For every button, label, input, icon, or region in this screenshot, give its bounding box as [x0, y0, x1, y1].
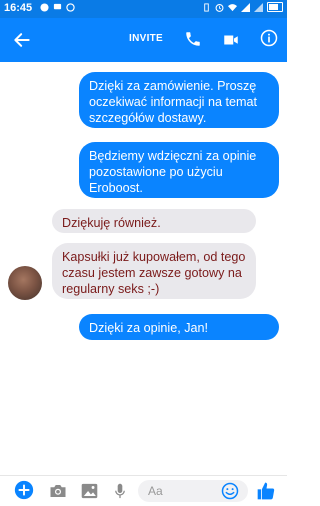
alarm-icon [215, 3, 224, 12]
plus-icon[interactable] [14, 480, 34, 500]
like-icon[interactable] [256, 481, 276, 501]
composer-bar [0, 475, 287, 506]
status-bar: 16:45 [0, 0, 287, 18]
status-right [202, 2, 283, 12]
chat-icon [53, 3, 62, 10]
messenger-icon [40, 3, 49, 12]
image-icon[interactable] [81, 483, 98, 499]
invite-button[interactable]: INVITE [129, 33, 163, 44]
status-time: 16:45 [4, 2, 33, 14]
message-incoming: Kapsułki już kupowałem, od tego czasu je… [52, 243, 256, 299]
wifi-icon [228, 3, 237, 11]
battery-icon [267, 2, 283, 12]
message-outgoing: Dzięki za opinie, Jan! [79, 314, 279, 340]
emoji-icon[interactable] [221, 482, 239, 500]
microphone-icon[interactable] [114, 483, 126, 500]
signal-icon [241, 2, 250, 12]
signal-icon-2 [254, 2, 263, 12]
message-outgoing: Będziemy wdzięczni za opinie pozostawion… [79, 142, 279, 198]
video-icon[interactable] [221, 31, 241, 49]
vibrate-icon [204, 2, 209, 12]
notification-icon [66, 3, 75, 12]
message-incoming: Dziękuję również. [52, 209, 256, 233]
notification-icons [40, 3, 75, 12]
camera-icon[interactable] [49, 483, 67, 499]
avatar[interactable] [8, 266, 42, 300]
call-icon[interactable] [184, 30, 202, 48]
info-icon[interactable] [260, 29, 278, 47]
message-outgoing: Dzięki za zamówienie. Proszę oczekiwać i… [79, 72, 279, 128]
back-icon[interactable] [12, 30, 32, 50]
chat-header: INVITE [0, 18, 287, 62]
